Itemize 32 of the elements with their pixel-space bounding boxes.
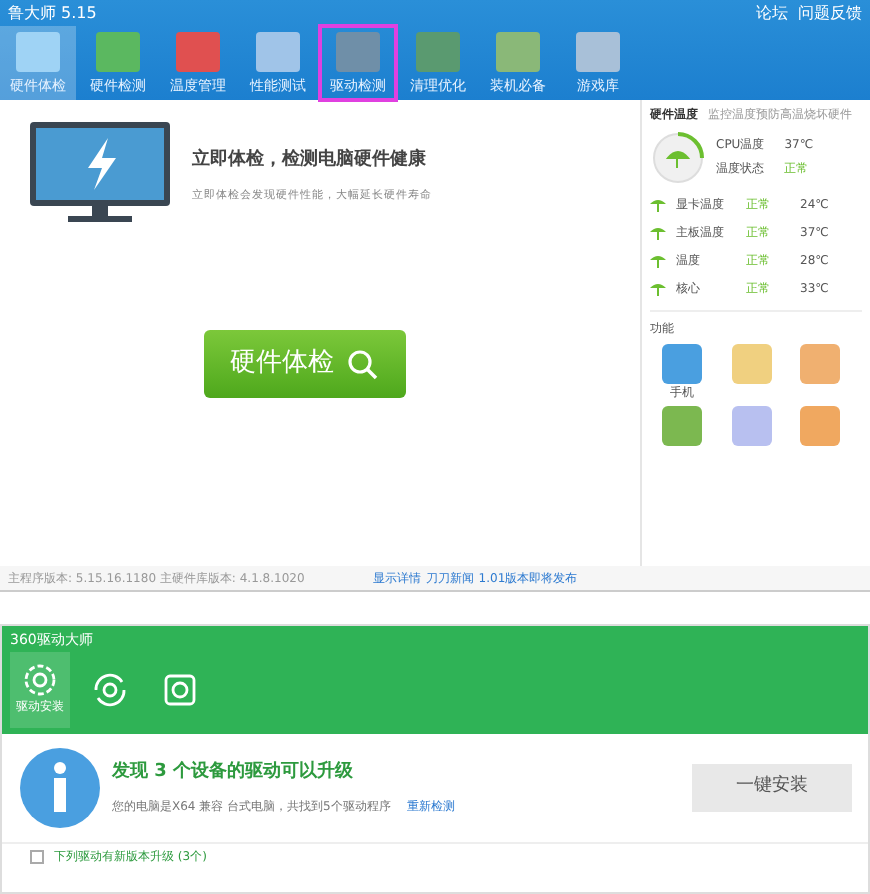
- umbrella-icon: [650, 252, 666, 268]
- top-link[interactable]: 问题反馈: [798, 1, 862, 25]
- tab-icon: [16, 31, 60, 71]
- umbrella-icon: [650, 224, 666, 240]
- umbrella-icon: [650, 196, 666, 212]
- search-icon: [346, 348, 378, 380]
- tab-icon: [416, 31, 460, 71]
- tab-icon: [336, 31, 380, 71]
- tab-icon: [176, 31, 220, 71]
- app-tile-icon: [800, 406, 840, 446]
- heading: 立即体检，检测电脑硬件健康: [192, 148, 428, 174]
- app-tile-icon: [662, 406, 702, 446]
- temperature-gauge-icon: [650, 129, 706, 185]
- window-title: 鲁大师 5.15: [8, 1, 97, 25]
- install-button[interactable]: 一键安装: [692, 764, 852, 812]
- app-tile-icon: [800, 343, 840, 383]
- tab-icon: [576, 31, 620, 71]
- checkbox[interactable]: [30, 850, 44, 864]
- app-tile-icon: [731, 406, 771, 446]
- gear-icon: [22, 662, 58, 698]
- tab-icon: [496, 31, 540, 71]
- app-tile-icon: [662, 343, 702, 383]
- top-link[interactable]: 论坛: [756, 1, 788, 25]
- app-tile-icon: [731, 343, 771, 383]
- refresh-icon: [92, 671, 128, 707]
- heading: 发现 3 个设备的驱动可以升级: [112, 760, 356, 787]
- hardware-check-button[interactable]: 硬件体检: [203, 330, 405, 398]
- info-icon: [18, 746, 102, 830]
- tab-icon: [256, 31, 300, 71]
- monitor-icon: [28, 120, 172, 224]
- tab-icon: [96, 31, 140, 71]
- umbrella-icon: [650, 280, 666, 296]
